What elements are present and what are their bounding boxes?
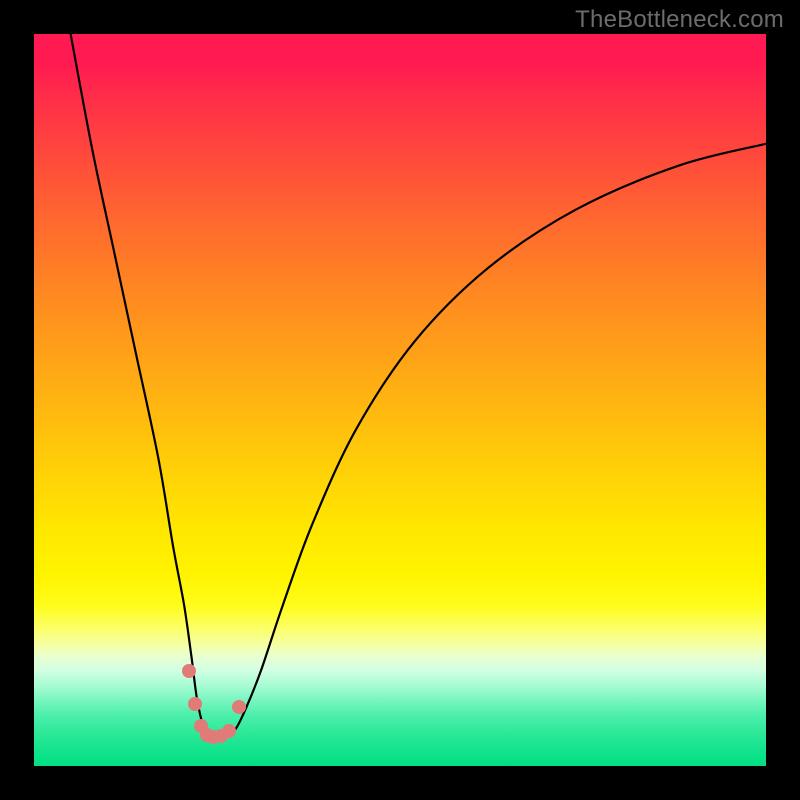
curve-path: [71, 34, 766, 738]
highlight-marker: [188, 697, 202, 711]
chart-plot-area: [34, 34, 766, 766]
highlight-marker: [232, 700, 246, 714]
watermark-text: TheBottleneck.com: [575, 6, 784, 34]
bottleneck-curve: [34, 34, 766, 766]
highlight-marker: [222, 724, 236, 738]
highlight-marker: [182, 664, 196, 678]
